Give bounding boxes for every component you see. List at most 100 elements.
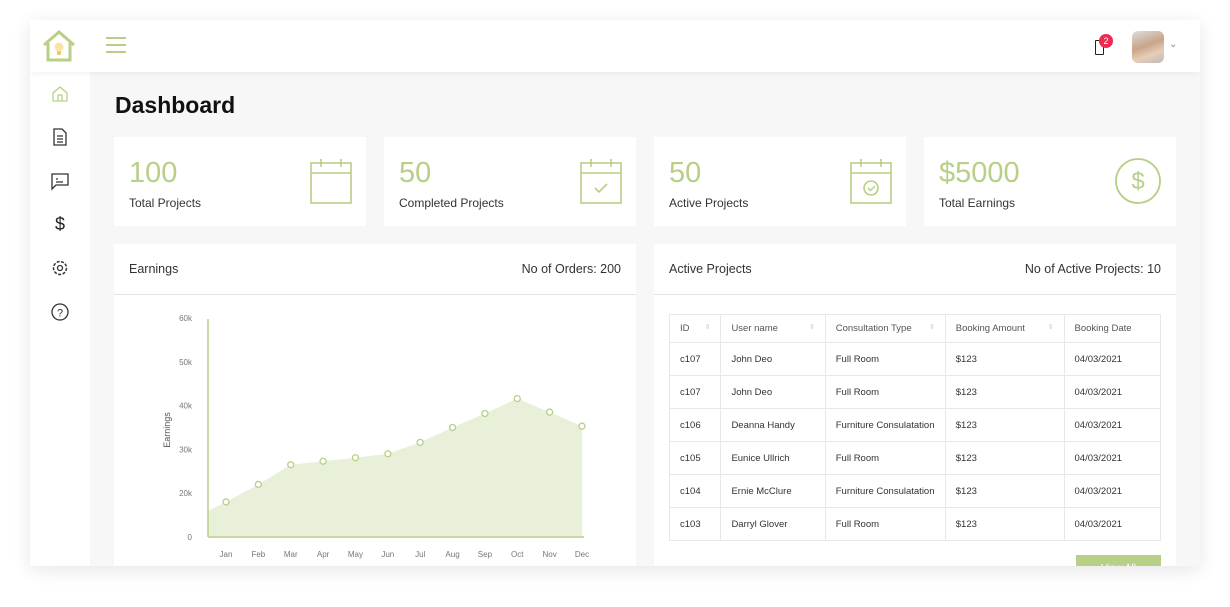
calendar-check-icon bbox=[580, 159, 622, 204]
x-tick-label: Jul bbox=[415, 550, 425, 559]
x-tick-label: Mar bbox=[284, 550, 298, 559]
page-title: Dashboard bbox=[115, 92, 236, 118]
sort-icon[interactable]: ⇕ bbox=[705, 323, 711, 331]
table-cell: Eunice Ullrich bbox=[720, 441, 826, 475]
avatar[interactable] bbox=[1132, 31, 1164, 63]
data-point bbox=[319, 457, 327, 465]
stat-value: 50 bbox=[669, 157, 702, 189]
table-cell: 04/03/2021 bbox=[1063, 408, 1161, 442]
sidebar-item-dollar-icon[interactable]: $ bbox=[50, 214, 70, 234]
column-label: ID bbox=[680, 323, 690, 334]
x-tick-label: Jan bbox=[220, 550, 233, 559]
table-cell: Furniture Consulatation bbox=[824, 408, 946, 442]
earnings-area bbox=[208, 398, 582, 537]
table-cell: Full Room bbox=[824, 507, 946, 541]
column-header[interactable]: User name ⇕ bbox=[720, 314, 826, 343]
earnings-chart: 0 20k 30k 40k 50k 60k Earnings Jan Feb Mar Apr May J… bbox=[162, 314, 589, 559]
stat-value: $5000 bbox=[939, 157, 1020, 189]
table-cell: 04/03/2021 bbox=[1063, 342, 1161, 376]
x-tick-label: Jun bbox=[381, 550, 394, 559]
table-cell: $123 bbox=[944, 507, 1065, 541]
stat-label: Total Projects bbox=[129, 196, 202, 210]
table-cell: 04/03/2021 bbox=[1063, 507, 1161, 541]
column-header[interactable]: Consultation Type ⇕ bbox=[824, 314, 946, 343]
table-cell: 04/03/2021 bbox=[1063, 474, 1161, 508]
sidebar-item-help-icon[interactable]: ? bbox=[50, 302, 70, 322]
y-tick-label: 50k bbox=[179, 358, 193, 367]
panel-title: Active Projects bbox=[669, 262, 752, 276]
active-projects-table: ID ⇕ User name ⇕ Consultation Type ⇕ Booking A… bbox=[668, 314, 1161, 541]
stat-value: 50 bbox=[399, 157, 432, 189]
earnings-panel: Earnings No of Orders: 200 0 20k 30k 40k 50k… bbox=[114, 244, 636, 566]
stat-card-completed-projects: 50 Completed Projects bbox=[384, 137, 636, 226]
column-header[interactable]: Booking Amount ⇕ bbox=[944, 314, 1065, 343]
top-bar: 2 ⌄ bbox=[30, 20, 1200, 72]
x-tick-label: Aug bbox=[445, 550, 459, 559]
table-row[interactable]: c104 Ernie McClure Furniture Consulatation… bbox=[668, 474, 1161, 508]
x-tick-label: Sep bbox=[478, 550, 493, 559]
table-cell: Deanna Handy bbox=[720, 408, 826, 442]
data-point bbox=[222, 498, 230, 506]
table-cell: $123 bbox=[944, 441, 1065, 475]
table-cell: 04/03/2021 bbox=[1063, 375, 1161, 409]
data-point bbox=[254, 480, 263, 489]
data-point bbox=[351, 454, 360, 462]
table-cell: Furniture Consulatation bbox=[824, 474, 946, 508]
column-header[interactable]: ID ⇕ bbox=[668, 314, 722, 343]
x-tick-label: Dec bbox=[575, 550, 589, 559]
sidebar-item-settings-icon[interactable] bbox=[50, 258, 70, 278]
y-tick-label: 0 bbox=[188, 533, 193, 542]
stat-label: Total Earnings bbox=[939, 196, 1016, 210]
column-header[interactable]: Booking Date bbox=[1063, 314, 1161, 343]
y-tick-label: 40k bbox=[179, 402, 193, 411]
table-cell: Full Room bbox=[824, 441, 946, 475]
table-row[interactable]: c105 Eunice Ullrich Full Room $123 04/03/202… bbox=[668, 441, 1161, 475]
data-point bbox=[578, 422, 586, 430]
sidebar-item-document-icon[interactable] bbox=[50, 127, 70, 147]
table-cell: c103 bbox=[668, 507, 722, 541]
stat-label: Active Projects bbox=[669, 196, 749, 210]
stat-value: 100 bbox=[129, 157, 178, 189]
table-cell: John Deo bbox=[720, 375, 826, 409]
table-row[interactable]: c103 Darryl Glover Full Room $123 04/03/2021 bbox=[668, 507, 1161, 541]
sidebar-item-home-icon[interactable] bbox=[50, 84, 70, 104]
stat-card-active-projects: 50 Active Projects bbox=[654, 137, 906, 226]
x-tick-label: Feb bbox=[251, 550, 265, 559]
y-tick-label: 30k bbox=[179, 445, 193, 454]
table-cell: c105 bbox=[668, 441, 722, 475]
table-cell: John Deo bbox=[720, 342, 826, 376]
column-label: Booking Date bbox=[1074, 323, 1132, 334]
table-cell: c107 bbox=[668, 342, 722, 376]
logo-house-icon[interactable] bbox=[42, 30, 76, 62]
stat-label: Completed Projects bbox=[399, 196, 504, 210]
chevron-down-icon[interactable]: ⌄ bbox=[1169, 39, 1177, 50]
stat-card-total-projects: 100 Total Projects bbox=[114, 137, 366, 226]
table-row[interactable]: c106 Deanna Handy Furniture Consulatation $… bbox=[668, 408, 1161, 442]
sort-icon[interactable]: ⇕ bbox=[809, 323, 815, 331]
x-tick-label: Apr bbox=[317, 550, 330, 559]
column-label: Booking Amount bbox=[955, 323, 1025, 334]
table-row[interactable]: c107 John Deo Full Room $123 04/03/2021 bbox=[668, 375, 1161, 409]
menu-toggle-icon[interactable] bbox=[106, 37, 126, 53]
table-cell: Darryl Glover bbox=[720, 507, 826, 541]
svg-text:$: $ bbox=[1131, 168, 1144, 195]
stat-card-total-earnings: $5000 Total Earnings $ bbox=[924, 137, 1176, 226]
panel-title: Earnings bbox=[129, 262, 179, 276]
table-row[interactable]: c107 John Deo Full Room $123 04/03/2021 bbox=[668, 342, 1161, 376]
view-all-button[interactable]: View All bbox=[1076, 555, 1161, 566]
panel-header: Earnings No of Orders: 200 bbox=[114, 244, 636, 295]
table-cell: $123 bbox=[944, 474, 1065, 508]
column-label: Consultation Type bbox=[835, 323, 912, 334]
active-projects-count: No of Active Projects: 10 bbox=[1024, 262, 1161, 276]
y-tick-label: 60k bbox=[179, 314, 193, 323]
data-point bbox=[287, 461, 295, 469]
sort-icon[interactable]: ⇕ bbox=[1048, 323, 1054, 331]
calendar-icon bbox=[310, 159, 352, 204]
data-point bbox=[384, 450, 392, 458]
sidebar-item-message-icon[interactable] bbox=[50, 171, 70, 191]
x-tick-label: Oct bbox=[511, 550, 524, 559]
panel-header: Active Projects No of Active Projects: 1… bbox=[654, 244, 1176, 295]
x-tick-label: May bbox=[348, 550, 363, 559]
data-point bbox=[481, 409, 489, 418]
sort-icon[interactable]: ⇕ bbox=[929, 323, 935, 331]
